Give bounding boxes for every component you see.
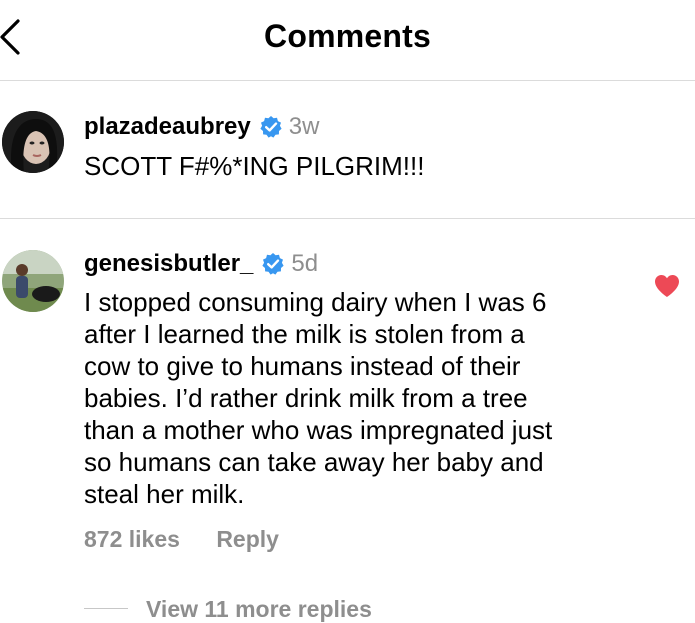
page-title: Comments (264, 18, 431, 54)
avatar[interactable] (2, 111, 64, 173)
comment-header: plazadeaubrey 3w (84, 113, 319, 141)
comment-text: I stopped consuming dairy when I was 6 a… (84, 286, 552, 510)
comment-text-line: so humans can take away her baby and (84, 447, 544, 477)
comment-text-line: I stopped consuming dairy when I was 6 (84, 287, 547, 317)
comment-username[interactable]: genesisbutler_ (84, 250, 253, 278)
comment-text-line: cow to give to humans instead of their (84, 351, 521, 381)
avatar-image (2, 250, 64, 312)
avatar-image (2, 111, 64, 173)
comment-timestamp: 5d (291, 250, 319, 277)
comment-timestamp: 3w (288, 113, 320, 140)
likes-count[interactable]: 872 likes (84, 526, 180, 552)
comment-divider (0, 218, 695, 219)
comment-username[interactable]: plazadeaubrey (84, 113, 251, 141)
heart-liked-icon[interactable] (654, 274, 680, 298)
verified-badge-icon (260, 116, 282, 138)
avatar[interactable] (2, 250, 64, 312)
comment-text-line: steal her milk. (84, 479, 245, 509)
comment-text: SCOTT F#%*ING PILGRIM!!! (84, 151, 425, 181)
replies-divider-line (84, 608, 128, 609)
comment-actions: 872 likes Reply (84, 526, 309, 553)
comment-header: genesisbutler_ 5d (84, 250, 318, 278)
reply-button[interactable]: Reply (216, 526, 279, 552)
comment-text-line: babies. I’d rather drink milk from a tre… (84, 383, 528, 413)
header-bar: Comments (0, 0, 695, 81)
verified-badge-icon (262, 253, 285, 275)
comment-text-line: than a mother who was impregnated just (84, 415, 553, 445)
comment-text-line: after I learned the milk is stolen from … (84, 319, 525, 349)
